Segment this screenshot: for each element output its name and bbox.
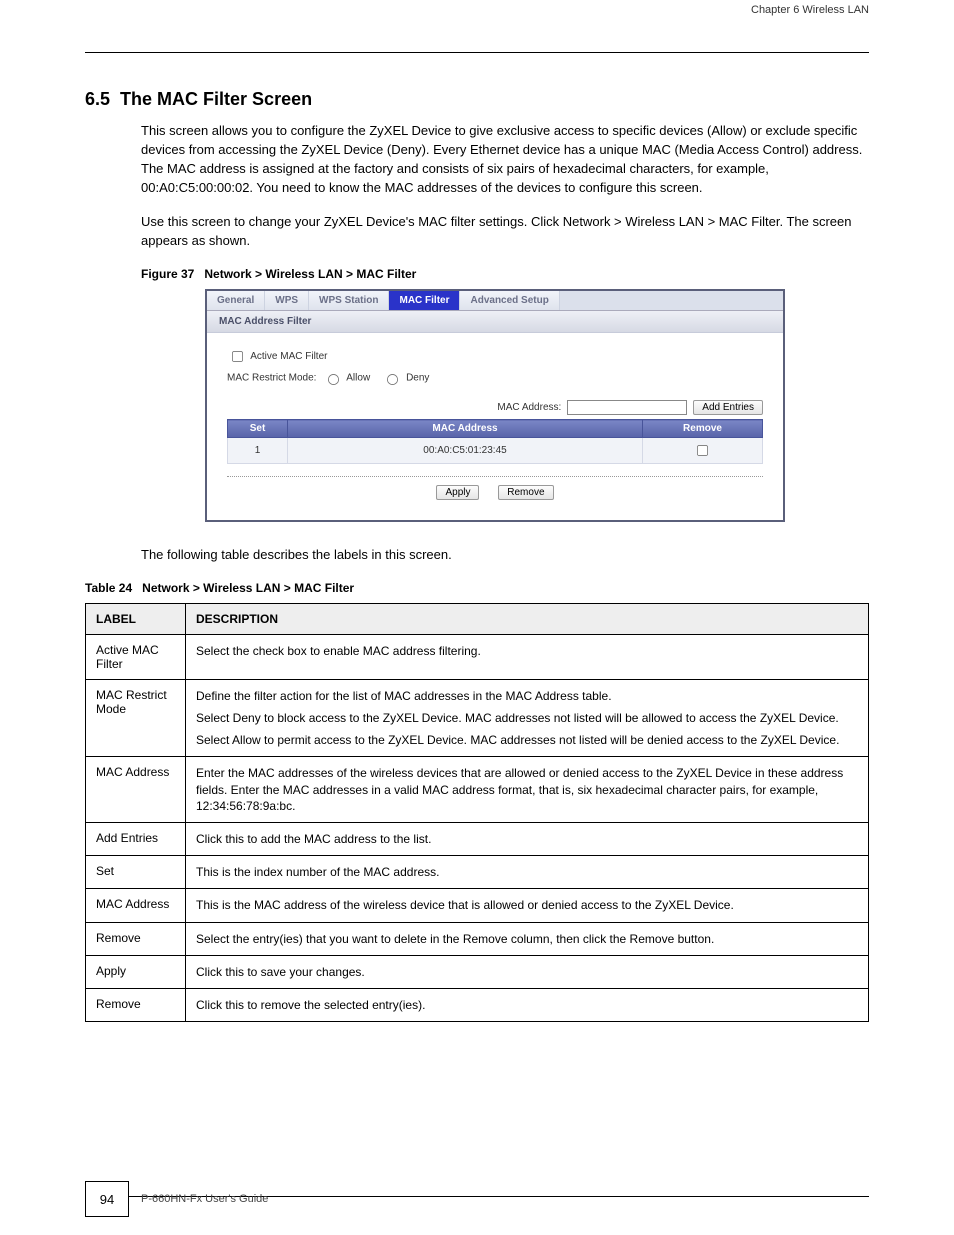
- col-mac: MAC Address: [288, 420, 643, 438]
- table-row: RemoveClick this to remove the selected …: [86, 988, 869, 1021]
- radio-deny-label: Deny: [406, 373, 429, 384]
- mac-address-label: MAC Address:: [497, 402, 561, 413]
- row-desc: Click this to add the MAC address to the…: [186, 823, 869, 856]
- section-intro: This screen allows you to configure the …: [141, 122, 869, 197]
- mac-address-input[interactable]: [567, 400, 687, 415]
- row-label: Set: [86, 856, 186, 889]
- active-mac-filter-checkbox[interactable]: [232, 351, 243, 362]
- table-row: RemoveSelect the entry(ies) that you wan…: [86, 922, 869, 955]
- section-number: 6.5: [85, 89, 110, 109]
- row-label: MAC Address: [86, 889, 186, 922]
- row-desc: Click this to remove the selected entry(…: [186, 988, 869, 1021]
- cell-mac: 00:A0:C5:01:23:45: [288, 438, 643, 464]
- restrict-mode-label: MAC Restrict Mode:: [227, 373, 316, 384]
- cell-set: 1: [228, 438, 288, 464]
- panel-subheader: MAC Address Filter: [207, 311, 783, 333]
- row-label: Remove: [86, 988, 186, 1021]
- description-table: LABEL DESCRIPTION Active MAC FilterSelec…: [85, 603, 869, 1022]
- footer-guide: P-660HN-Fx User's Guide: [141, 1193, 869, 1205]
- desc-head-label: LABEL: [86, 603, 186, 634]
- figure-caption-text: Network > Wireless LAN > MAC Filter: [204, 267, 416, 281]
- apply-button[interactable]: Apply: [436, 485, 479, 500]
- table-intro: The following table describes the labels…: [141, 546, 869, 565]
- router-ui: General WPS WPS Station MAC Filter Advan…: [205, 289, 785, 522]
- desc-head-desc: DESCRIPTION: [186, 603, 869, 634]
- remove-button[interactable]: Remove: [498, 485, 553, 500]
- page-number: 94: [85, 1181, 129, 1217]
- row-desc: Enter the MAC addresses of the wireless …: [186, 757, 869, 823]
- section-nav: Use this screen to change your ZyXEL Dev…: [141, 213, 869, 251]
- row-desc: Define the filter action for the list of…: [186, 679, 869, 757]
- tab-bar: General WPS WPS Station MAC Filter Advan…: [207, 291, 783, 311]
- mac-table: Set MAC Address Remove 1 00:A0:C5:01:23:…: [227, 419, 763, 464]
- tab-advanced[interactable]: Advanced Setup: [460, 291, 559, 310]
- figure-caption: Figure 37 Network > Wireless LAN > MAC F…: [141, 267, 869, 281]
- section-title: 6.5 The MAC Filter Screen: [85, 89, 869, 110]
- row-label: MAC Restrict Mode: [86, 679, 186, 757]
- table-row: SetThis is the index number of the MAC a…: [86, 856, 869, 889]
- remove-checkbox[interactable]: [697, 445, 708, 456]
- row-label: Active MAC Filter: [86, 634, 186, 679]
- row-label: Apply: [86, 955, 186, 988]
- row-desc: This is the MAC address of the wireless …: [186, 889, 869, 922]
- col-set: Set: [228, 420, 288, 438]
- table-caption-text: Network > Wireless LAN > MAC Filter: [142, 581, 354, 595]
- tab-wps-station[interactable]: WPS Station: [309, 291, 389, 310]
- table-row: MAC Restrict ModeDefine the filter actio…: [86, 679, 869, 757]
- panel-body: Active MAC Filter MAC Restrict Mode: All…: [207, 333, 783, 520]
- table-row: Add EntriesClick this to add the MAC add…: [86, 823, 869, 856]
- tab-mac-filter[interactable]: MAC Filter: [389, 291, 460, 310]
- radio-allow-label: Allow: [346, 373, 370, 384]
- header-rule: [85, 52, 869, 53]
- active-mac-filter-label: Active MAC Filter: [250, 351, 327, 362]
- table-row: ApplyClick this to save your changes.: [86, 955, 869, 988]
- table-label: Table 24: [85, 581, 132, 595]
- table-row: MAC AddressThis is the MAC address of th…: [86, 889, 869, 922]
- row-desc: This is the index number of the MAC addr…: [186, 856, 869, 889]
- row-desc: Select the entry(ies) that you want to d…: [186, 922, 869, 955]
- tab-wps[interactable]: WPS: [265, 291, 309, 310]
- row-label: Add Entries: [86, 823, 186, 856]
- radio-deny[interactable]: [387, 374, 398, 385]
- chapter-header: Chapter 6 Wireless LAN: [85, 4, 869, 16]
- table-row: MAC AddressEnter the MAC addresses of th…: [86, 757, 869, 823]
- row-label: MAC Address: [86, 757, 186, 823]
- section-heading: The MAC Filter Screen: [120, 89, 312, 109]
- tab-general[interactable]: General: [207, 291, 265, 310]
- row-desc: Click this to save your changes.: [186, 955, 869, 988]
- table-caption: Table 24 Network > Wireless LAN > MAC Fi…: [85, 581, 869, 595]
- table-row: 1 00:A0:C5:01:23:45: [228, 438, 763, 464]
- add-entries-button[interactable]: Add Entries: [693, 400, 763, 415]
- radio-allow[interactable]: [328, 374, 339, 385]
- figure-label: Figure 37: [141, 267, 194, 281]
- row-desc: Select the check box to enable MAC addre…: [186, 634, 869, 679]
- row-label: Remove: [86, 922, 186, 955]
- table-row: Active MAC FilterSelect the check box to…: [86, 634, 869, 679]
- col-remove: Remove: [643, 420, 763, 438]
